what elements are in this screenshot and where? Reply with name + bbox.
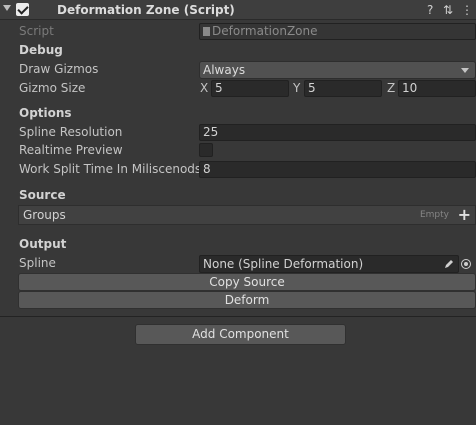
groups-list[interactable]: Groups Empty + [18, 205, 476, 225]
foldout-arrow-icon[interactable] [3, 5, 11, 11]
spline-row: Spline None (Spline Deformation) [0, 255, 476, 273]
component-enabled-checkbox[interactable] [16, 3, 29, 16]
gizmo-size-x-field[interactable]: 5 [211, 80, 289, 97]
spline-resolution-label: Spline Resolution [19, 125, 123, 139]
spline-resolution-row: Spline Resolution 25 [0, 124, 476, 142]
add-group-icon[interactable]: + [458, 205, 471, 224]
draw-gizmos-dropdown[interactable]: Always [199, 61, 476, 79]
gizmo-size-z-field[interactable]: 10 [398, 80, 476, 97]
spline-object-field[interactable]: None (Spline Deformation) [199, 255, 459, 273]
presets-icon[interactable]: ⇅ [443, 3, 453, 17]
realtime-preview-label: Realtime Preview [19, 143, 123, 157]
draw-gizmos-value: Always [203, 63, 246, 77]
gizmo-size-row: Gizmo Size X 5 Y 5 Z 10 [0, 80, 476, 98]
component-header[interactable]: Deformation Zone (Script) ? ⇅ ⋮ [0, 0, 476, 20]
edit-pencil-icon[interactable] [444, 259, 454, 269]
groups-empty-badge: Empty [419, 210, 449, 220]
more-options-icon[interactable]: ⋮ [461, 3, 473, 17]
output-heading: Output [19, 237, 67, 251]
gizmo-size-y-field[interactable]: 5 [304, 80, 382, 97]
x-axis-label[interactable]: X [200, 81, 208, 95]
spline-value: None (Spline Deformation) [203, 257, 364, 271]
z-axis-label[interactable]: Z [387, 81, 395, 95]
component-title: Deformation Zone (Script) [57, 3, 235, 17]
script-field[interactable]: DeformationZone [199, 23, 476, 40]
dropdown-arrow-icon [461, 68, 469, 73]
groups-label[interactable]: Groups [23, 208, 66, 222]
work-split-field[interactable]: 8 [199, 161, 476, 178]
script-file-icon [203, 27, 210, 36]
gizmo-size-label: Gizmo Size [19, 81, 86, 95]
source-heading: Source [19, 188, 66, 202]
y-axis-label[interactable]: Y [293, 81, 300, 95]
script-label: Script [19, 24, 54, 38]
draw-gizmos-label: Draw Gizmos [19, 62, 99, 76]
script-value: DeformationZone [212, 24, 318, 38]
work-split-row: Work Split Time In Miliscenods 8 [0, 161, 476, 179]
work-split-label: Work Split Time In Miliscenods [19, 162, 202, 176]
realtime-preview-checkbox[interactable] [199, 143, 213, 157]
spline-label: Spline [19, 256, 56, 270]
copy-source-button[interactable]: Copy Source [18, 273, 476, 291]
realtime-preview-row: Realtime Preview [0, 142, 476, 160]
debug-heading: Debug [19, 43, 63, 57]
script-row: Script DeformationZone [0, 23, 476, 41]
draw-gizmos-row: Draw Gizmos Always [0, 61, 476, 79]
help-icon[interactable]: ? [427, 3, 433, 17]
options-heading: Options [19, 106, 72, 120]
divider [0, 316, 476, 317]
spline-resolution-field[interactable]: 25 [199, 124, 476, 141]
object-picker-icon[interactable] [461, 259, 471, 269]
deform-button[interactable]: Deform [18, 291, 476, 309]
add-component-button[interactable]: Add Component [135, 324, 346, 345]
